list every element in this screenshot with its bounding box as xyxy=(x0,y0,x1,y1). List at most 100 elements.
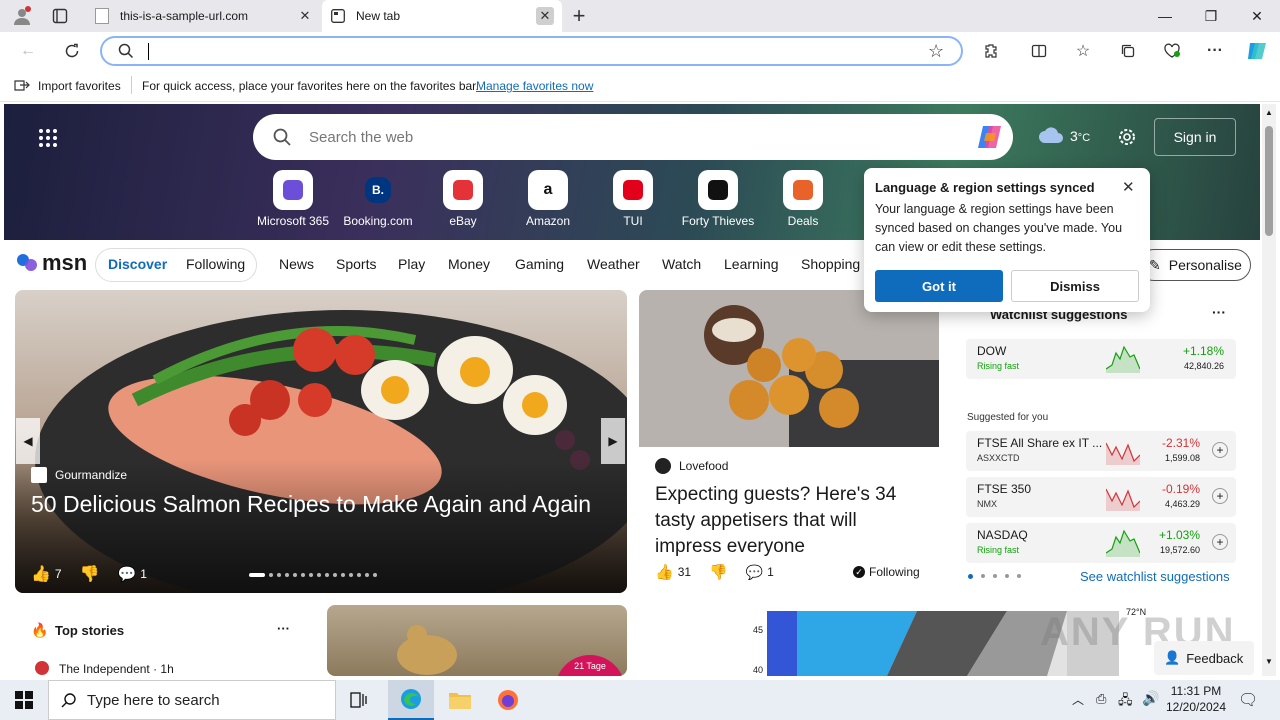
notifications-icon[interactable]: 🗨 xyxy=(1238,690,1258,710)
pager-dot[interactable] xyxy=(968,574,973,579)
quick-link-booking-com[interactable]: B. Booking.com xyxy=(335,170,421,228)
split-screen-icon[interactable] xyxy=(1024,36,1054,66)
tab-actions-icon[interactable] xyxy=(48,5,72,27)
nav-play[interactable]: Play xyxy=(398,256,425,272)
personalise-button[interactable]: ✎ Personalise xyxy=(1138,249,1251,281)
copilot-icon[interactable] xyxy=(975,123,1005,151)
see-watchlist-link[interactable]: See watchlist suggestions xyxy=(1080,569,1230,584)
manage-favorites-link[interactable]: Manage favorites now xyxy=(476,79,593,93)
profile-icon[interactable] xyxy=(10,4,34,28)
following-badge[interactable]: ✓ Following xyxy=(853,565,920,579)
carousel-dot[interactable] xyxy=(317,573,321,577)
cheetah-card[interactable]: 21 Tage xyxy=(327,605,627,676)
carousel-dot[interactable] xyxy=(333,573,337,577)
tab-following[interactable]: Following xyxy=(186,256,245,272)
import-favorites-button[interactable]: Import favorites xyxy=(38,79,121,93)
close-tab-icon[interactable]: ✕ xyxy=(296,7,314,25)
add-favorite-star-icon[interactable]: ☆ xyxy=(928,41,944,62)
scroll-down-icon[interactable]: ▼ xyxy=(1265,657,1273,666)
quick-link-amazon[interactable]: a Amazon xyxy=(505,170,591,228)
minimize-button[interactable]: — xyxy=(1142,0,1188,32)
thumbs-down-icon[interactable]: 👎 xyxy=(80,564,100,584)
carousel-dot[interactable] xyxy=(325,573,329,577)
apps-launcher-icon[interactable] xyxy=(38,128,58,148)
nav-money[interactable]: Money xyxy=(448,256,490,272)
restore-button[interactable]: ❐ xyxy=(1188,0,1234,32)
more-options-icon[interactable]: ··· xyxy=(1212,304,1226,320)
comment-icon[interactable]: 💬 xyxy=(118,565,137,583)
carousel-dot[interactable] xyxy=(309,573,313,577)
nav-news[interactable]: News xyxy=(279,256,314,272)
nav-watch[interactable]: Watch xyxy=(662,256,701,272)
carousel-next-button[interactable]: ▶ xyxy=(601,418,625,464)
tray-device-icon[interactable]: ⎙ xyxy=(1096,691,1106,707)
stock-row[interactable]: NASDAQ Rising fast +1.03% 19,572.60 + xyxy=(966,523,1236,563)
tab-discover[interactable]: Discover xyxy=(108,256,167,272)
carousel-dot[interactable] xyxy=(373,573,377,577)
pager-dot[interactable] xyxy=(993,574,997,578)
stock-row[interactable]: DOW Rising fast +1.18% 42,840.26 xyxy=(966,339,1236,379)
page-scrollbar[interactable]: ▲ ▼ xyxy=(1262,104,1276,676)
favorites-icon[interactable]: ☆ xyxy=(1068,36,1098,66)
carousel-prev-button[interactable]: ◀ xyxy=(16,418,40,464)
edge-taskbar-icon[interactable] xyxy=(388,680,434,720)
volume-icon[interactable]: 🔊 xyxy=(1142,690,1159,707)
stock-row[interactable]: FTSE All Share ex IT ... ASXXCTD -2.31% 1,5… xyxy=(966,431,1236,471)
carousel-dot[interactable] xyxy=(349,573,353,577)
msn-logo[interactable]: msn xyxy=(16,250,87,276)
carousel-dot[interactable] xyxy=(341,573,345,577)
quick-link-ebay[interactable]: eBay xyxy=(420,170,506,228)
weather-temp[interactable]: 3°C xyxy=(1070,128,1090,144)
close-tab-icon[interactable]: ✕ xyxy=(536,7,554,25)
tab-sample-url[interactable]: this-is-a-sample-url.com ✕ xyxy=(86,0,322,32)
web-search-box[interactable]: Search the web xyxy=(253,114,1013,160)
scroll-up-icon[interactable]: ▲ xyxy=(1265,108,1273,117)
article-title[interactable]: Expecting guests? Here's 34 tasty appeti… xyxy=(655,482,925,560)
carousel-dot[interactable] xyxy=(269,573,273,577)
carousel-dot-active[interactable] xyxy=(249,573,265,577)
add-to-watchlist-icon[interactable]: + xyxy=(1212,442,1228,458)
carousel-dot[interactable] xyxy=(365,573,369,577)
quick-link-microsoft-365[interactable]: Microsoft 365 xyxy=(250,170,336,228)
task-view-icon[interactable] xyxy=(342,685,376,715)
tab-new-tab[interactable]: New tab ✕ xyxy=(322,0,562,32)
pager-dot[interactable] xyxy=(981,574,985,578)
add-to-watchlist-icon[interactable]: + xyxy=(1212,488,1228,504)
article-source[interactable]: Lovefood xyxy=(655,458,728,474)
scroll-thumb[interactable] xyxy=(1265,126,1273,236)
address-bar[interactable]: ☆ xyxy=(100,36,963,66)
clock[interactable]: 11:31 PM 12/20/2024 xyxy=(1164,683,1228,715)
comment-icon[interactable]: 💬 xyxy=(746,564,763,581)
carousel-dot[interactable] xyxy=(301,573,305,577)
add-to-watchlist-icon[interactable]: + xyxy=(1212,534,1228,550)
carousel-dot[interactable] xyxy=(293,573,297,577)
quick-link-forty-thieves[interactable]: Forty Thieves xyxy=(675,170,761,228)
new-tab-button[interactable]: + xyxy=(566,3,592,28)
quick-link-deals[interactable]: Deals xyxy=(760,170,846,228)
more-menu-icon[interactable]: ··· xyxy=(1200,36,1230,66)
collections-icon[interactable] xyxy=(1113,36,1143,66)
carousel-dot[interactable] xyxy=(357,573,361,577)
thumbs-down-icon[interactable]: 👎 xyxy=(709,563,728,581)
hero-source[interactable]: Gourmandize xyxy=(31,467,127,483)
tray-chevron-icon[interactable]: ︿ xyxy=(1072,691,1084,708)
extensions-icon[interactable] xyxy=(976,36,1006,66)
feedback-button[interactable]: 👤 Feedback xyxy=(1154,641,1254,675)
pager-dot[interactable] xyxy=(1017,574,1021,578)
nav-shopping[interactable]: Shopping xyxy=(801,256,860,272)
close-icon[interactable]: ✕ xyxy=(1122,178,1135,196)
quick-link-tui[interactable]: TUI xyxy=(590,170,676,228)
nav-learning[interactable]: Learning xyxy=(724,256,779,272)
nav-weather[interactable]: Weather xyxy=(587,256,640,272)
file-explorer-icon[interactable] xyxy=(440,680,480,720)
close-window-button[interactable]: ✕ xyxy=(1234,0,1280,32)
hero-title[interactable]: 50 Delicious Salmon Recipes to Make Agai… xyxy=(31,488,591,520)
more-options-icon[interactable]: ··· xyxy=(277,621,290,636)
pager-dot[interactable] xyxy=(1005,574,1009,578)
stock-row[interactable]: FTSE 350 NMX -0.19% 4,463.29 + xyxy=(966,477,1236,517)
sign-in-button[interactable]: Sign in xyxy=(1154,118,1236,156)
nav-sports[interactable]: Sports xyxy=(336,256,376,272)
thumbs-up-icon[interactable]: 👍 xyxy=(655,563,674,581)
got-it-button[interactable]: Got it xyxy=(875,270,1003,302)
carousel-dot[interactable] xyxy=(277,573,281,577)
